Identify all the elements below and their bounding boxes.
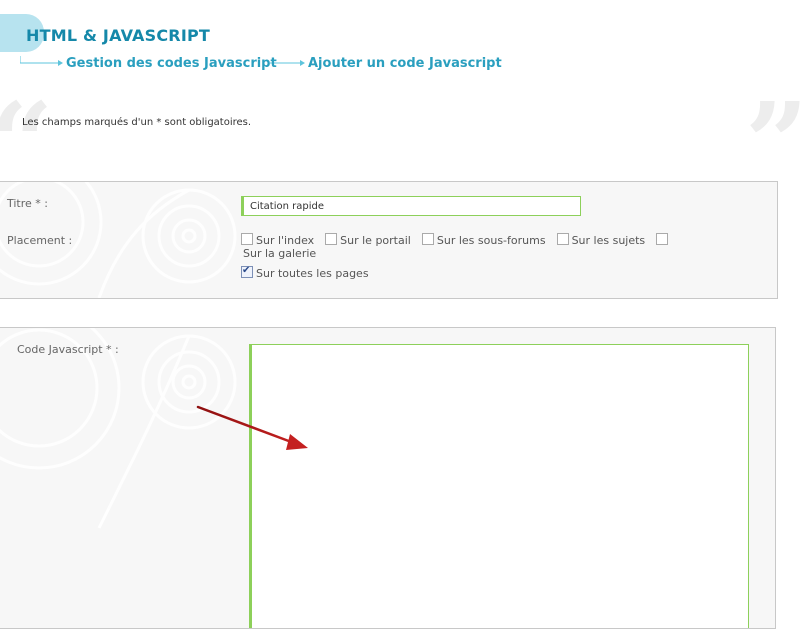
checkbox-index[interactable]: [241, 233, 253, 245]
placement-options-row1: Sur l'index Sur le portail Sur les sous-fo…: [241, 233, 682, 247]
breadcrumb-link-ajouter[interactable]: Ajouter un code Javascript: [308, 56, 502, 71]
placement-option-galerie-label: Sur la galerie: [243, 247, 317, 260]
titre-input[interactable]: [241, 196, 581, 216]
code-panel: Code Javascript * :: [0, 327, 776, 629]
option-label: Sur toutes les pages: [256, 267, 369, 280]
checkbox-toutes-pages[interactable]: ✔: [241, 265, 253, 278]
checkbox-sous-forums[interactable]: [421, 233, 434, 245]
placement-option-toutes[interactable]: ✔ Sur toutes les pages: [241, 265, 369, 280]
breadcrumb-link-gestion[interactable]: Gestion des codes Javascript: [66, 56, 277, 71]
checkbox-sujets[interactable]: [556, 233, 569, 245]
placement-label: Placement :: [7, 234, 73, 247]
option-label: Sur l'index: [256, 234, 315, 247]
placement-option-portail[interactable]: Sur le portail: [325, 233, 411, 247]
breadcrumb: Gestion des codes Javascript Ajouter un …: [20, 54, 620, 74]
placement-option-index[interactable]: Sur l'index: [241, 233, 314, 247]
annotation-arrow-icon: [196, 405, 308, 450]
code-javascript-label: Code Javascript * :: [17, 343, 119, 356]
checkbox-portail[interactable]: [325, 233, 338, 245]
option-label: Sur le portail: [340, 234, 411, 247]
section-title: HTML & JAVASCRIPT: [26, 26, 211, 45]
placement-option-sujets[interactable]: Sur les sujets: [556, 233, 646, 247]
checkmark-icon: ✔: [242, 265, 251, 276]
checkbox-galerie[interactable]: [656, 233, 669, 245]
option-label: Sur les sujets: [571, 234, 646, 247]
required-fields-note: Les champs marqués d'un * sont obligatoi…: [22, 117, 252, 128]
placement-option-sous-forums[interactable]: Sur les sous-forums: [421, 233, 546, 247]
settings-panel: Titre * : Placement : Sur l'index Sur le …: [0, 181, 778, 299]
option-label: Sur les sous-forums: [436, 234, 546, 247]
placement-option-galerie-checkbox[interactable]: [656, 233, 671, 247]
code-javascript-textarea[interactable]: [249, 344, 749, 628]
titre-label: Titre * :: [7, 197, 48, 210]
